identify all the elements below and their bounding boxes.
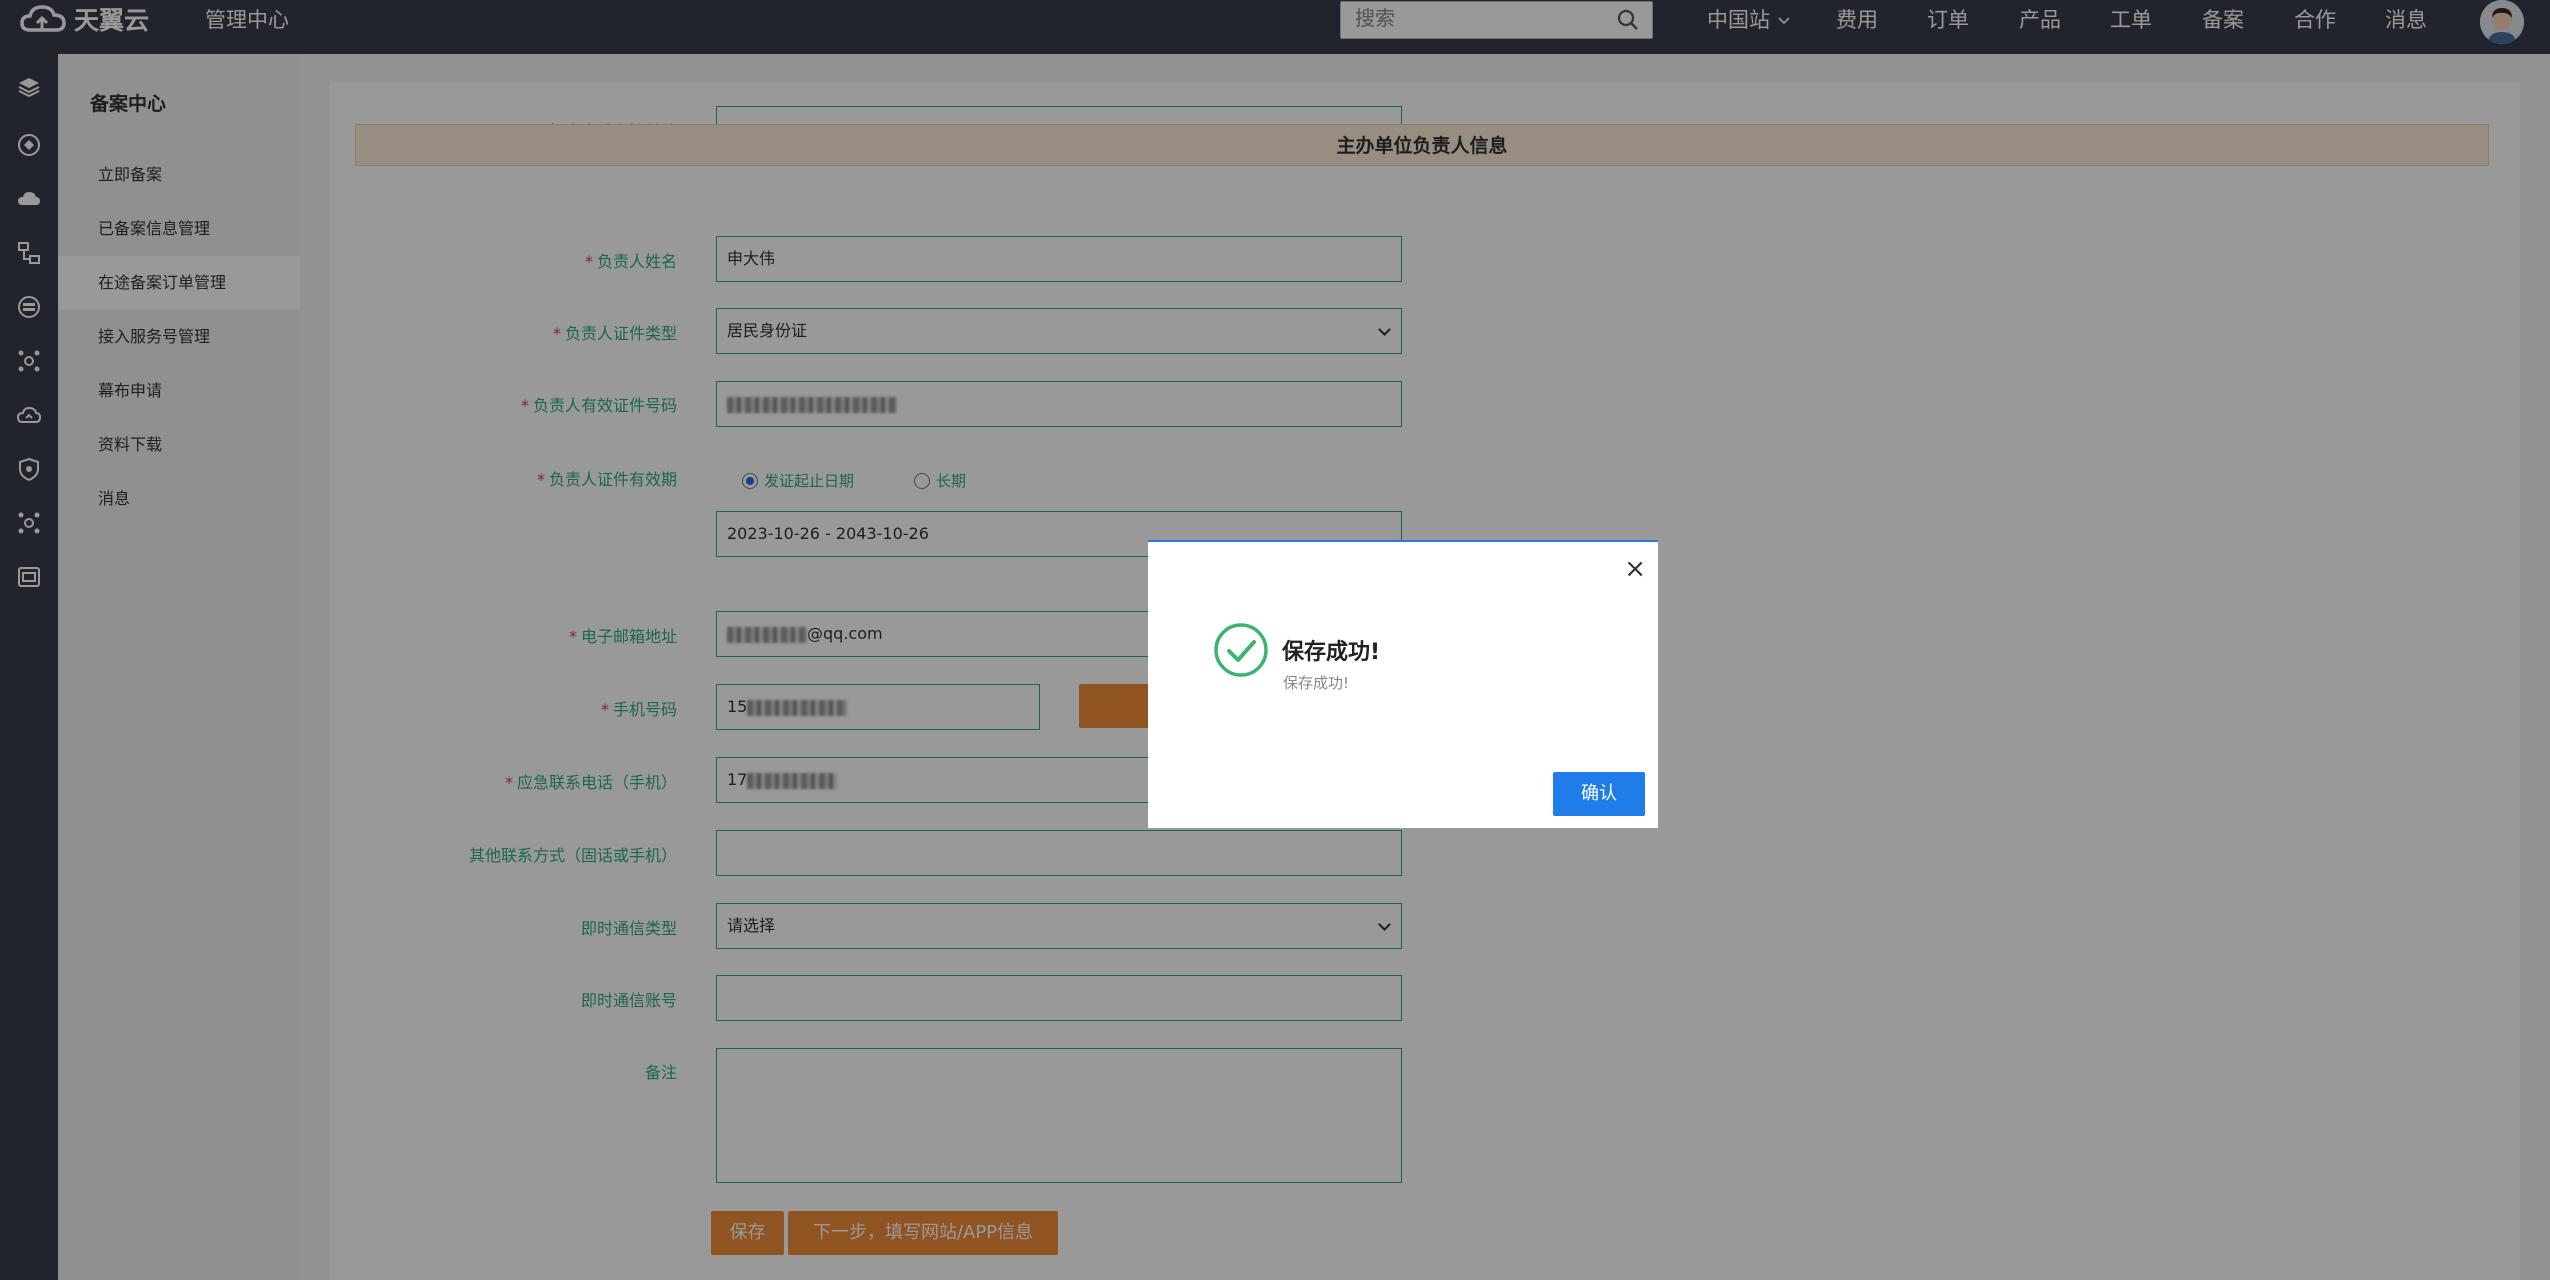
success-check-icon bbox=[1214, 623, 1268, 677]
success-dialog: × 保存成功! 保存成功! 确认 bbox=[1148, 540, 1658, 828]
dialog-title: 保存成功! bbox=[1282, 640, 1381, 665]
dialog-message: 保存成功! bbox=[1283, 674, 1350, 692]
confirm-button[interactable]: 确认 bbox=[1553, 772, 1645, 816]
close-icon[interactable]: × bbox=[1624, 556, 1646, 582]
